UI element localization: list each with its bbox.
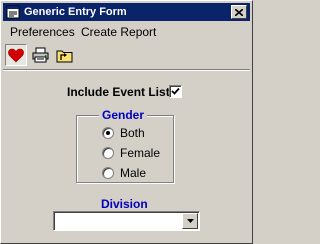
toolbar-separator: [3, 69, 250, 71]
menu-preferences[interactable]: Preferences: [10, 25, 75, 39]
gender-option-female[interactable]: Female: [102, 146, 160, 160]
menu-bar: Preferences Create Report: [3, 23, 250, 41]
close-icon: [235, 8, 243, 16]
title-bar[interactable]: Generic Entry Form: [3, 3, 250, 21]
checkmark-icon: [171, 87, 180, 95]
gender-option-both[interactable]: Both: [102, 126, 145, 140]
printer-icon: [32, 47, 48, 63]
gender-option-male[interactable]: Male: [102, 166, 146, 180]
print-button[interactable]: [29, 44, 51, 66]
gender-group-title: Gender: [99, 108, 148, 122]
division-select[interactable]: [53, 211, 200, 231]
form-app-icon: [6, 5, 20, 19]
gender-groupbox: Gender Both Female Male: [76, 108, 174, 183]
radio-label: Male: [120, 166, 147, 180]
window-title: Generic Entry Form: [24, 6, 127, 18]
radio-button[interactable]: [102, 127, 114, 139]
chevron-down-icon: [186, 219, 194, 223]
radio-button[interactable]: [102, 167, 114, 179]
generic-entry-form-window: Generic Entry Form Preferences Create Re…: [0, 0, 253, 244]
division-dropdown-button[interactable]: [182, 213, 198, 229]
include-event-list-checkbox[interactable]: [169, 85, 182, 98]
include-event-list-label: Include Event List: [67, 85, 170, 99]
division-label: Division: [101, 197, 148, 211]
heart-icon: [8, 48, 24, 62]
folder-up-button[interactable]: [53, 44, 75, 66]
form-body: Include Event List Gender Both Female Ma…: [3, 73, 250, 241]
toolbar: [3, 42, 250, 68]
radio-selected-dot: [106, 131, 110, 135]
favorite-button[interactable]: [5, 44, 27, 66]
folder-up-icon: [56, 50, 72, 62]
radio-button[interactable]: [102, 147, 114, 159]
close-button[interactable]: [231, 5, 247, 19]
radio-label: Both: [120, 126, 145, 140]
menu-create-report[interactable]: Create Report: [81, 25, 156, 39]
radio-label: Female: [120, 146, 161, 160]
